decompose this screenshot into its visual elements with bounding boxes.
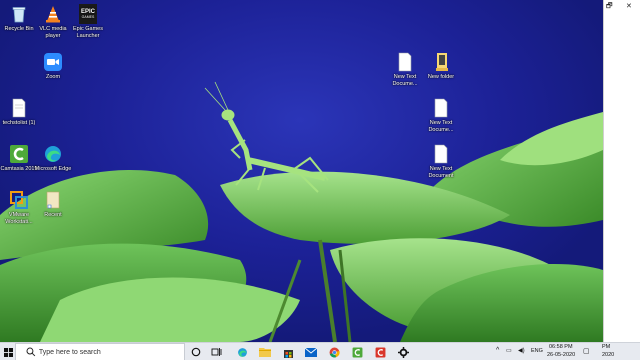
file-explorer-icon: [259, 348, 271, 357]
taskbar-cortana[interactable]: [188, 343, 204, 360]
tray-overflow-chevron-icon[interactable]: ^: [496, 347, 499, 354]
desktop-icon-techstolist[interactable]: techstolist (1): [0, 98, 38, 127]
desktop-icon-zoom[interactable]: Zoom: [34, 52, 72, 81]
taskbar-camtasia[interactable]: [349, 343, 365, 360]
taskbar-edge[interactable]: [234, 343, 250, 360]
desktop-icon-label: New Text Docume...: [428, 120, 454, 133]
taskbar-chrome[interactable]: [326, 343, 342, 360]
search-icon: [26, 347, 36, 357]
taskbar: ^ ▭ ◀) ENG 06:58 PM 26-05-2020 ▢ PM 2020: [0, 342, 640, 360]
clock-date[interactable]: 26-05-2020: [547, 352, 575, 358]
camtasia-icon: [9, 144, 29, 164]
shortcut-icon: [43, 190, 63, 210]
edge-icon: [43, 144, 63, 164]
desktop-icon-label: VLC media player: [39, 26, 67, 39]
camtasia-icon: [352, 347, 362, 357]
wallpaper-mantis-leaves: [0, 81, 603, 342]
taskbar-file-explorer[interactable]: [257, 343, 273, 360]
desktop-icon-label: Microsoft Edge: [34, 166, 72, 172]
window-edge: 🗗 ✕: [603, 0, 640, 342]
vlc-icon: [43, 4, 63, 24]
notifications-icon[interactable]: ▢: [583, 347, 590, 355]
clock-time[interactable]: 06:58 PM: [549, 344, 573, 350]
epic-games-icon: EPIC GAMES: [79, 4, 97, 24]
desktop-icon-recent[interactable]: Recent: [34, 190, 72, 219]
windows-logo-icon: [3, 347, 13, 357]
clock-year-overflow: 2020: [602, 352, 615, 358]
desktop-icon-new-text-document-2[interactable]: New Text Docume...: [422, 98, 460, 133]
start-button[interactable]: [1, 343, 15, 360]
network-icon[interactable]: ▭: [506, 347, 512, 354]
recycle-bin-icon: [9, 4, 29, 24]
taskbar-mail[interactable]: [303, 343, 319, 360]
chrome-icon: [329, 347, 340, 357]
desktop-icon-new-folder[interactable]: New folder: [422, 52, 460, 81]
desktop-icon-edge[interactable]: Microsoft Edge: [34, 144, 72, 173]
camtasia-recorder-icon: [375, 347, 385, 357]
taskbar-settings[interactable]: [395, 343, 411, 360]
desktop-icon-label: New Text Docume...: [392, 74, 418, 87]
desktop-icon-vlc[interactable]: VLC media player: [34, 4, 72, 39]
volume-icon[interactable]: ◀): [518, 347, 525, 354]
language-indicator[interactable]: ENG: [531, 348, 543, 354]
search-input[interactable]: [35, 345, 184, 359]
store-icon: [283, 349, 293, 358]
desktop-icon-label: Epic Games Launcher: [73, 26, 103, 39]
close-button[interactable]: ✕: [626, 2, 632, 10]
taskbar-store[interactable]: [280, 343, 296, 360]
cortana-icon: [191, 347, 201, 357]
gear-icon: [397, 346, 409, 358]
desktop-icon-epic-games[interactable]: EPIC GAMES Epic Games Launcher: [69, 4, 107, 39]
desktop-icon-new-text-document-3[interactable]: New Text Document: [422, 144, 460, 179]
desktop-icon-label: Camtasia 2019: [0, 166, 38, 172]
desktop-icon-recycle-bin[interactable]: Recycle Bin: [0, 4, 38, 33]
desktop-icon-vmware[interactable]: VMware Workstati...: [0, 190, 38, 225]
taskbar-camtasia-recorder[interactable]: [372, 343, 388, 360]
text-document-icon: [431, 144, 451, 164]
text-document-icon: [395, 52, 415, 72]
taskbar-task-view[interactable]: [208, 343, 224, 360]
restore-button[interactable]: 🗗: [606, 2, 613, 13]
search-box[interactable]: [15, 343, 185, 360]
desktop-icon-label: VMware Workstati...: [5, 212, 33, 225]
zoom-icon: [43, 52, 63, 72]
desktop-icon-label: Recycle Bin: [4, 26, 34, 32]
svg-text:GAMES: GAMES: [82, 15, 95, 19]
clock-time-overflow: PM: [602, 344, 611, 350]
desktop-icon-label: techstolist (1): [2, 120, 36, 126]
edge-icon: [237, 347, 247, 357]
task-view-icon: [211, 348, 221, 356]
folder-icon: [431, 52, 451, 72]
desktop-icon-label: New folder: [427, 74, 455, 80]
desktop-icon-camtasia[interactable]: Camtasia 2019: [0, 144, 38, 173]
text-document-icon: [431, 98, 451, 118]
desktop-icon-label: Recent: [44, 212, 62, 218]
desktop-icon-new-text-document-1[interactable]: New Text Docume...: [386, 52, 424, 87]
vmware-icon: [9, 190, 29, 210]
desktop[interactable]: Recycle Bin VLC media player EPIC GAMES E…: [0, 0, 603, 342]
text-document-icon: [9, 98, 29, 118]
desktop-icon-label: Zoom: [45, 74, 61, 80]
desktop-icon-label: New Text Document: [428, 166, 454, 179]
mail-icon: [305, 347, 317, 357]
